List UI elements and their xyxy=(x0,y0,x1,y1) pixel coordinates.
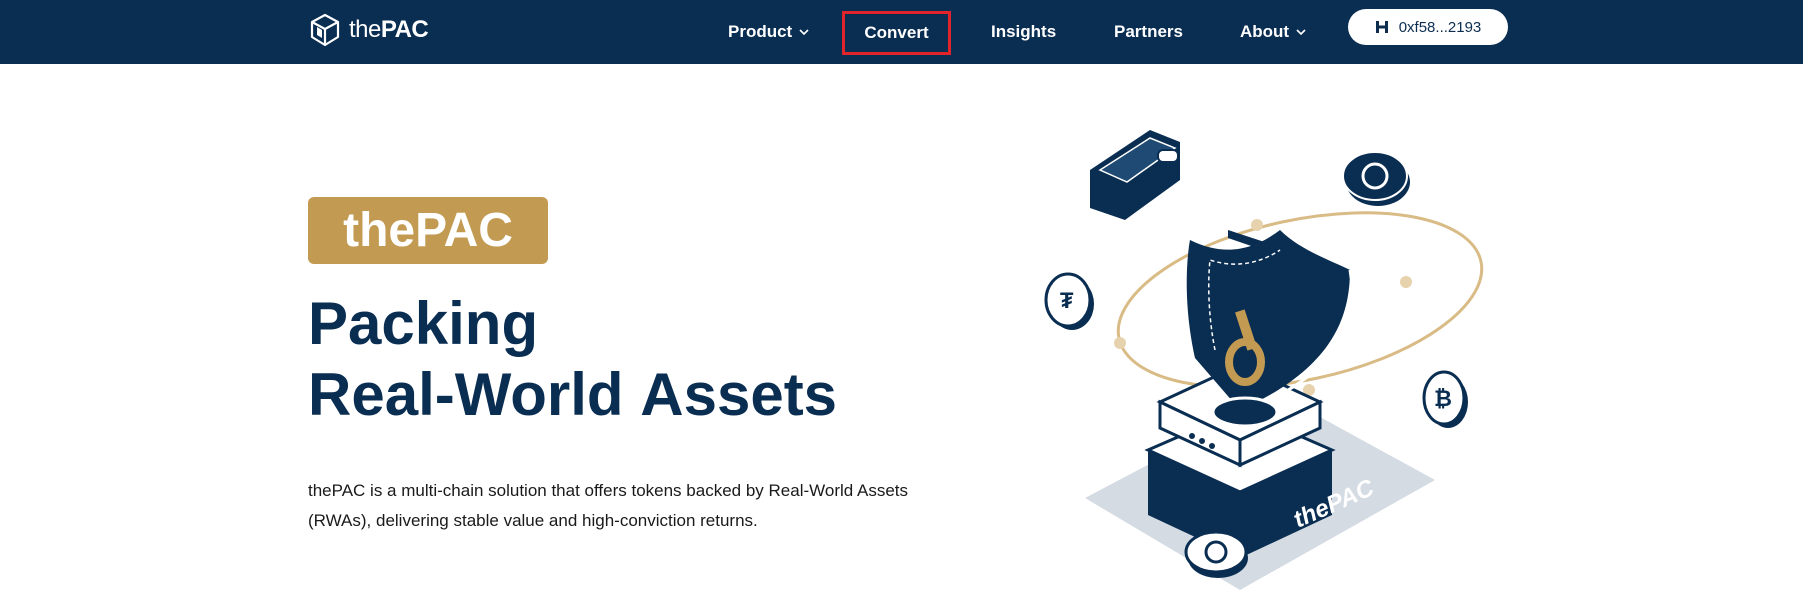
orbit-dot xyxy=(1400,276,1412,288)
hero-headline: Packing Real-World Assets xyxy=(308,288,837,430)
bitcoin-coin-icon: ₿ xyxy=(1422,370,1468,428)
hero-badge-label: thePAC xyxy=(343,204,513,257)
coin-icon-bottom xyxy=(1184,530,1248,578)
svg-text:₿: ₿ xyxy=(1434,386,1452,411)
headline-line-2: Real-World Assets xyxy=(308,359,837,430)
wallet-icon xyxy=(1090,130,1180,220)
headline-accent-word: Assets xyxy=(640,361,838,428)
nav-convert-label: Convert xyxy=(864,23,929,42)
chevron-down-icon xyxy=(1296,29,1306,36)
headline-line-1: Packing xyxy=(308,290,539,357)
hero-badge: thePAC xyxy=(308,197,548,264)
tether-coin-icon: ₮ xyxy=(1044,272,1094,330)
nav-insights[interactable]: Insights xyxy=(991,0,1056,64)
wallet-chain-icon xyxy=(1375,21,1388,33)
nav-about-label: About xyxy=(1240,22,1290,41)
headline-line-2-prefix: Real-World xyxy=(308,361,641,428)
brand-logo[interactable]: thePAC xyxy=(307,12,429,48)
svg-text:₮: ₮ xyxy=(1060,288,1074,313)
nav-convert[interactable]: Convert xyxy=(842,11,951,55)
brand-name-the: the xyxy=(349,16,381,43)
wallet-address-button[interactable]: 0xf58...2193 xyxy=(1348,9,1508,45)
wallet-address: 0xf58...2193 xyxy=(1398,18,1482,36)
chevron-down-icon xyxy=(799,29,809,36)
nav-insights-label: Insights xyxy=(991,22,1057,41)
cube-logo-icon xyxy=(310,13,340,47)
orbit-dot xyxy=(1114,337,1126,349)
top-navbar: thePAC Product Convert Insights Partners… xyxy=(0,0,1803,64)
brand-name: thePAC xyxy=(349,16,429,44)
coin-icon-top-right xyxy=(1342,151,1410,206)
nav-product-label: Product xyxy=(728,22,793,41)
hero-illustration: thePAC ₮ ₿ xyxy=(1044,130,1484,590)
nav-about[interactable]: About xyxy=(1240,0,1307,64)
orbit-dot xyxy=(1251,219,1263,231)
nav-partners-label: Partners xyxy=(1114,22,1183,41)
nav-product[interactable]: Product xyxy=(728,0,810,64)
hero-description: thePAC is a multi-chain solution that of… xyxy=(308,481,909,530)
nav-partners[interactable]: Partners xyxy=(1114,0,1183,64)
brand-name-pac: PAC xyxy=(380,16,429,43)
